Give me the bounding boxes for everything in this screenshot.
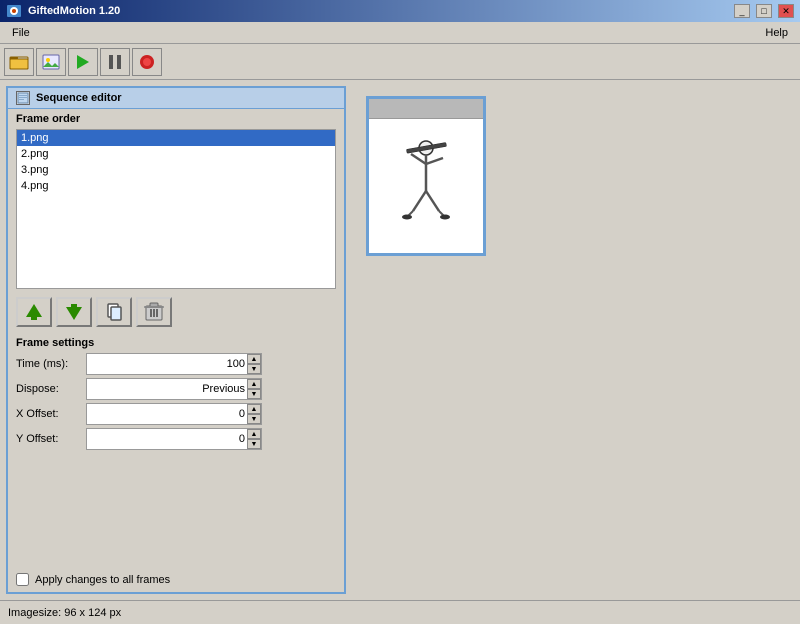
title-bar: GiftedMotion 1.20 _ □ ✕ (0, 0, 800, 22)
time-down-button[interactable]: ▼ (247, 364, 261, 374)
sequence-editor-title: Sequence editor (36, 92, 122, 104)
status-text: Imagesize: 96 x 124 px (8, 607, 121, 619)
xoffset-down-button[interactable]: ▼ (247, 414, 261, 424)
preview-area (356, 86, 794, 594)
frame-list[interactable]: 1.png2.png3.png4.png (16, 129, 336, 289)
yoffset-down-button[interactable]: ▼ (247, 439, 261, 449)
dispose-down-button[interactable]: ▼ (247, 389, 261, 399)
file-menu[interactable]: File (4, 25, 38, 41)
apply-checkbox-row: Apply changes to all frames (8, 567, 344, 592)
sequence-icon (16, 91, 30, 105)
play-button[interactable] (68, 48, 98, 76)
dispose-spinner: ▲ ▼ (247, 379, 261, 399)
dispose-input[interactable] (87, 379, 247, 399)
minimize-button[interactable]: _ (734, 4, 750, 18)
time-setting-row: Time (ms): ▲ ▼ (16, 353, 336, 375)
frame-order-label: Frame order (8, 109, 344, 127)
sequence-panel: Sequence editor Frame order 1.png2.png3.… (6, 86, 346, 594)
xoffset-label: X Offset: (16, 408, 86, 420)
frame-list-item[interactable]: 3.png (17, 162, 335, 178)
dispose-label: Dispose: (16, 383, 86, 395)
xoffset-spinner: ▲ ▼ (247, 404, 261, 424)
dispose-setting-row: Dispose: ▲ ▼ (16, 378, 336, 400)
apply-all-label[interactable]: Apply changes to all frames (35, 574, 170, 586)
dispose-input-wrap: ▲ ▼ (86, 378, 262, 400)
time-spinner: ▲ ▼ (247, 354, 261, 374)
time-up-button[interactable]: ▲ (247, 354, 261, 364)
frame-settings-label: Frame settings (16, 337, 336, 349)
preview-frame (366, 96, 486, 256)
frame-list-item[interactable]: 4.png (17, 178, 335, 194)
time-label: Time (ms): (16, 358, 86, 370)
toolbar (0, 44, 800, 80)
yoffset-input-wrap: ▲ ▼ (86, 428, 262, 450)
close-button[interactable]: ✕ (778, 4, 794, 18)
frame-list-item[interactable]: 1.png (17, 130, 335, 146)
frame-list-item[interactable]: 2.png (17, 146, 335, 162)
yoffset-up-button[interactable]: ▲ (247, 429, 261, 439)
sequence-editor-header: Sequence editor (8, 88, 344, 109)
apply-all-checkbox[interactable] (16, 573, 29, 586)
preview-top-bar (369, 99, 483, 119)
xoffset-setting-row: X Offset: ▲ ▼ (16, 403, 336, 425)
help-menu[interactable]: Help (757, 25, 796, 41)
main-content: Sequence editor Frame order 1.png2.png3.… (0, 80, 800, 600)
delete-button[interactable] (136, 297, 172, 327)
dispose-up-button[interactable]: ▲ (247, 379, 261, 389)
xoffset-input[interactable] (87, 404, 247, 424)
time-input[interactable] (87, 354, 247, 374)
yoffset-input[interactable] (87, 429, 247, 449)
app-title: GiftedMotion 1.20 (28, 5, 728, 17)
yoffset-spinner: ▲ ▼ (247, 429, 261, 449)
yoffset-label: Y Offset: (16, 433, 86, 445)
maximize-button[interactable]: □ (756, 4, 772, 18)
frame-settings: Frame settings Time (ms): ▲ ▼ Dispose: ▲ (8, 333, 344, 567)
copy-button[interactable] (96, 297, 132, 327)
xoffset-input-wrap: ▲ ▼ (86, 403, 262, 425)
record-button[interactable] (132, 48, 162, 76)
pause-button[interactable] (100, 48, 130, 76)
xoffset-up-button[interactable]: ▲ (247, 404, 261, 414)
move-up-button[interactable] (16, 297, 52, 327)
menu-bar: File Help (0, 22, 800, 44)
time-input-wrap: ▲ ▼ (86, 353, 262, 375)
insert-image-button[interactable] (36, 48, 66, 76)
move-down-button[interactable] (56, 297, 92, 327)
app-icon (6, 3, 22, 19)
figure-svg (391, 136, 461, 236)
open-button[interactable] (4, 48, 34, 76)
status-bar: Imagesize: 96 x 124 px (0, 600, 800, 624)
yoffset-setting-row: Y Offset: ▲ ▼ (16, 428, 336, 450)
preview-image-area (369, 119, 483, 253)
action-buttons (8, 291, 344, 333)
